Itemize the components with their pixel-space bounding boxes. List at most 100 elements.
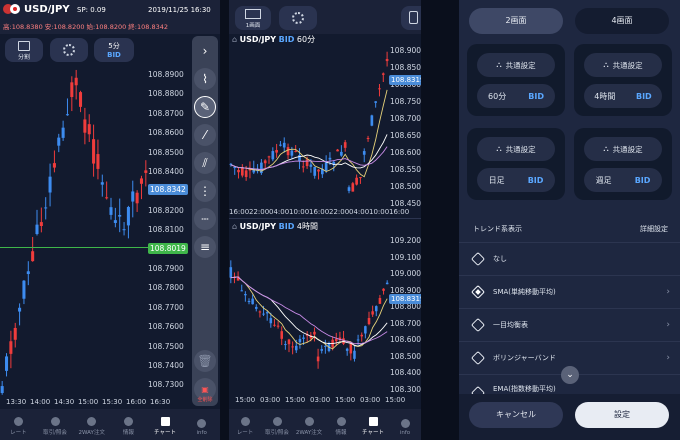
- timeframe-button-1[interactable]: 60分 BID: [477, 84, 555, 108]
- common-setting-button-1[interactable]: ⛬ 共通設定: [477, 53, 555, 77]
- candle-body: [240, 290, 243, 292]
- common-setting-button-4[interactable]: ⛬ 共通設定: [584, 137, 662, 161]
- radio-diamond-icon: [470, 251, 486, 267]
- price-label: 108.5000: [390, 182, 421, 191]
- price-label: 108.8500: [148, 147, 184, 157]
- candle-body: [79, 92, 83, 107]
- timeframe-button-3[interactable]: 日足 BID: [477, 168, 555, 192]
- tab-2way[interactable]: 2WAY注文: [73, 409, 110, 440]
- price-label: 108.8100: [148, 225, 184, 235]
- tab-chart[interactable]: チャート: [357, 409, 389, 440]
- option-ichimoku[interactable]: 一目均衡表 ›: [459, 308, 680, 341]
- candlestick-chart-main[interactable]: [0, 62, 148, 402]
- horizontal-line-drawing[interactable]: [0, 247, 148, 248]
- settings-panel: 2画面 4画面 ⛬ 共通設定 60分 BID ⛬ 共通設定 4時間 BID ⛬ 共通設定 …: [459, 0, 680, 440]
- lock-icon: ⌂: [232, 35, 238, 44]
- tab-info[interactable]: info: [389, 409, 421, 440]
- tab-chart[interactable]: チャート: [147, 409, 184, 440]
- candle-body: [295, 345, 298, 351]
- time-label: 15:00: [235, 396, 256, 404]
- candle-body: [324, 345, 327, 347]
- detail-settings-link[interactable]: 詳細設定: [640, 224, 668, 234]
- candlestick-chart-60min[interactable]: [229, 44, 389, 204]
- one-screen-button[interactable]: 1画面: [235, 6, 271, 30]
- price-label: 108.8500: [390, 63, 421, 72]
- tab-info-news[interactable]: 情報: [325, 409, 357, 440]
- chevron-down-icon[interactable]: ⌄: [561, 366, 579, 384]
- price-label: 108.8400: [148, 167, 184, 176]
- price-label: 108.7000: [390, 318, 421, 328]
- candle-body: [353, 350, 356, 359]
- candle-body: [378, 88, 381, 90]
- chart-card-1: ⛬ 共通設定 60分 BID: [467, 44, 565, 116]
- settings-button-2[interactable]: [279, 6, 317, 30]
- parallel-line-icon[interactable]: ⫽: [194, 152, 216, 174]
- tab-2-screen[interactable]: 2画面: [469, 8, 563, 34]
- vertical-line-icon[interactable]: ⋮: [194, 180, 216, 202]
- candle-body: [317, 169, 320, 172]
- candle-body: [255, 306, 258, 309]
- chevron-right-icon: ›: [666, 287, 670, 297]
- candle-body: [298, 338, 302, 343]
- option-none[interactable]: なし: [459, 242, 680, 275]
- trash-icon[interactable]: 🗑: [194, 350, 216, 372]
- tab-info[interactable]: info: [183, 409, 220, 440]
- chart2-title[interactable]: ⌂ USD/JPY BID 4時間: [232, 221, 318, 232]
- candle-body: [282, 142, 286, 148]
- fibonacci-icon[interactable]: ≡: [194, 236, 216, 258]
- chevron-right-icon[interactable]: ›: [194, 40, 216, 62]
- tab-info-news[interactable]: 情報: [110, 409, 147, 440]
- candle-body: [313, 166, 317, 176]
- horizontal-line-icon[interactable]: ┄: [194, 208, 216, 230]
- price-label: 108.4000: [390, 368, 421, 377]
- candle-body: [9, 341, 13, 354]
- candle-body: [74, 77, 78, 86]
- pencil-icon[interactable]: ✎: [194, 96, 216, 118]
- common-setting-button-3[interactable]: ⛬ 共通設定: [477, 137, 555, 161]
- candle-body: [279, 144, 282, 146]
- nodes-icon: ⛬: [496, 144, 502, 153]
- candle-body: [286, 147, 290, 156]
- price-label: 108.7500: [390, 97, 421, 106]
- tab-rate[interactable]: レート: [229, 409, 261, 440]
- candle-body: [263, 160, 267, 164]
- settings-button[interactable]: [50, 38, 88, 62]
- chevron-right-icon: ›: [666, 353, 670, 363]
- ok-button[interactable]: 設定: [575, 402, 669, 428]
- option-sma[interactable]: SMA(単純移動平均) ›: [459, 275, 680, 308]
- price-label: 108.5500: [390, 165, 421, 174]
- candle-body: [57, 137, 61, 146]
- pair-name[interactable]: USD/JPY: [24, 4, 70, 15]
- candle-body: [336, 149, 339, 152]
- trendline-icon[interactable]: ⁄: [194, 124, 216, 146]
- candle-body: [273, 324, 276, 326]
- moving-average-line: [230, 89, 388, 178]
- split-button[interactable]: 分割: [5, 38, 43, 62]
- cancel-button[interactable]: キャンセル: [469, 402, 563, 428]
- timeframe-button-4[interactable]: 週足 BID: [584, 168, 662, 192]
- moving-average-line: [230, 276, 388, 350]
- trade-icon: [50, 417, 60, 426]
- tab-2way[interactable]: 2WAY注文: [293, 409, 325, 440]
- timeframe-button[interactable]: 5分 BID: [94, 38, 134, 62]
- screen-icon: [245, 9, 261, 19]
- time-label: 10:00: [289, 208, 310, 216]
- candle-body: [70, 82, 74, 98]
- common-setting-button-2[interactable]: ⛬ 共通設定: [584, 53, 662, 77]
- rotate-button[interactable]: [401, 6, 421, 30]
- candle-body: [290, 150, 294, 156]
- candlestick-chart-4h[interactable]: [229, 232, 389, 394]
- moving-average-line: [230, 146, 388, 171]
- timeframe-button-2[interactable]: 4時間 BID: [584, 84, 662, 108]
- tab-trade[interactable]: 取引/照会: [261, 409, 293, 440]
- main-chart-panel: USD/JPY SP: 0.09 2019/11/25 16:30 高:108.…: [0, 0, 220, 440]
- indicator-icon[interactable]: ⌇: [194, 68, 216, 90]
- candle-body: [309, 164, 313, 167]
- tab-4-screen[interactable]: 4画面: [575, 8, 669, 34]
- price-label: 108.7700: [148, 302, 184, 312]
- tab-rate[interactable]: レート: [0, 409, 37, 440]
- tab-trade[interactable]: 取引/照会: [37, 409, 74, 440]
- price-label: 108.6000: [390, 335, 421, 344]
- chart-card-4: ⛬ 共通設定 週足 BID: [574, 128, 672, 200]
- chart-card-2: ⛬ 共通設定 4時間 BID: [574, 44, 672, 116]
